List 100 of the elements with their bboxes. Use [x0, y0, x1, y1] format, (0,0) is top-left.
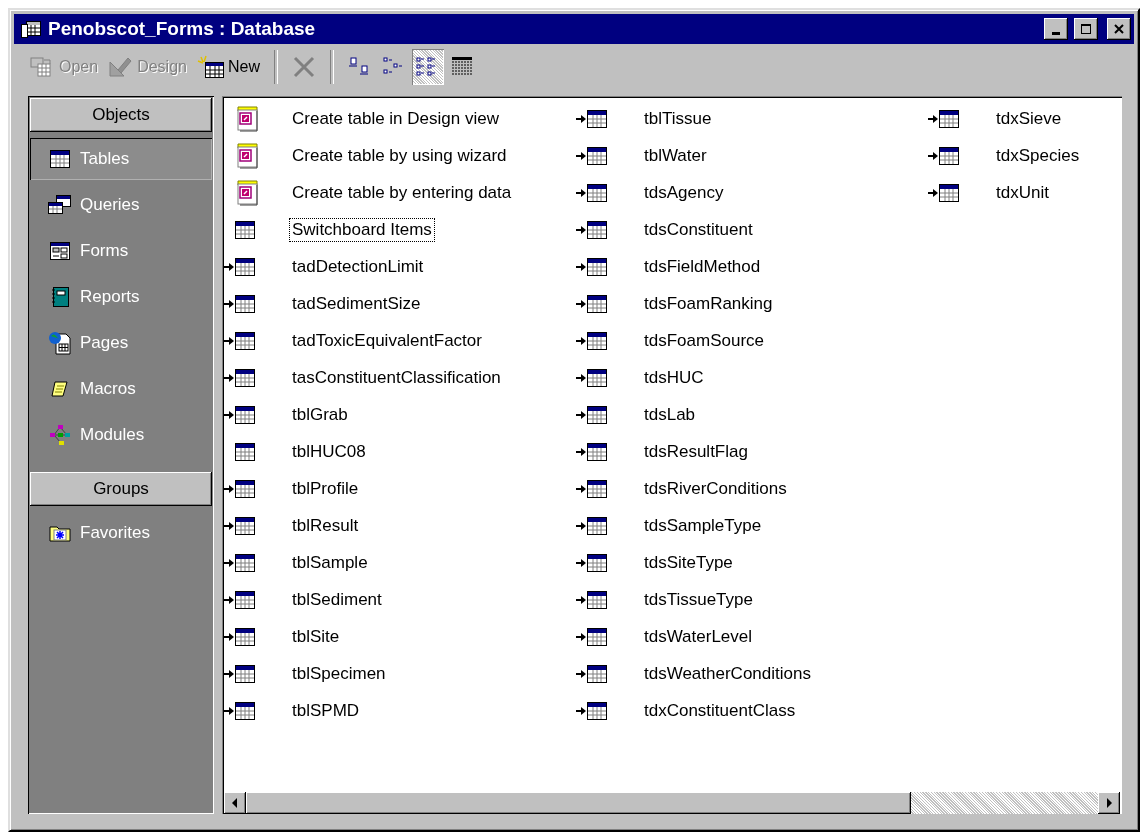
- table-icon: [587, 664, 607, 683]
- database-icon: [20, 19, 42, 39]
- wizard-icon: [235, 142, 259, 169]
- list-item-label[interactable]: tadDetectionLimit: [289, 254, 427, 279]
- table-icon: [235, 516, 255, 535]
- list-item-label[interactable]: tdsConstituent: [641, 217, 756, 242]
- list-item-label[interactable]: tblProfile: [289, 476, 362, 501]
- right-arrow-icon: [1105, 798, 1113, 808]
- object-type-item[interactable]: Modules: [30, 414, 212, 456]
- list-item-label[interactable]: tdsLab: [641, 402, 699, 427]
- table-icon: [587, 183, 607, 202]
- table-icon: [587, 516, 607, 535]
- list-item-label[interactable]: tdsSampleType: [641, 513, 765, 538]
- table-icon: [587, 294, 607, 313]
- list-item-label[interactable]: Switchboard Items: [289, 217, 435, 242]
- table-icon: [235, 664, 255, 683]
- table-icon: [587, 257, 607, 276]
- objects-header-button[interactable]: Objects: [30, 98, 212, 132]
- table-icon: [587, 627, 607, 646]
- list-item-label[interactable]: tadToxicEquivalentFactor: [289, 328, 485, 353]
- table-icon: [235, 479, 255, 498]
- report-icon: [51, 287, 69, 307]
- list-item-label[interactable]: Create table by entering data: [289, 180, 515, 205]
- list-view-button[interactable]: [411, 49, 444, 85]
- minimize-icon: [1052, 31, 1060, 35]
- list-item-label[interactable]: tdxSpecies: [993, 143, 1083, 168]
- form-icon: [50, 242, 70, 260]
- list-item-label[interactable]: tblSPMD: [289, 698, 363, 723]
- table-icon: [587, 331, 607, 350]
- wizard-icon: [235, 179, 259, 206]
- group-item[interactable]: Favorites: [30, 512, 212, 554]
- scroll-thumb[interactable]: [246, 792, 911, 814]
- table-icon: [587, 553, 607, 572]
- table-icon: [587, 590, 607, 609]
- close-button[interactable]: [1107, 18, 1131, 40]
- table-icon: [587, 368, 607, 387]
- list-item-label[interactable]: tblSediment: [289, 587, 385, 612]
- table-icon: [235, 701, 255, 720]
- table-icon: [939, 146, 959, 165]
- table-icon: [587, 220, 607, 239]
- groups-header-button[interactable]: Groups: [30, 472, 212, 506]
- list-item-label[interactable]: Create table in Design view: [289, 106, 502, 131]
- table-icon: [587, 405, 607, 424]
- list-item-label[interactable]: tdxUnit: [993, 180, 1052, 205]
- object-type-item[interactable]: Pages: [30, 322, 212, 364]
- horizontal-scrollbar[interactable]: [224, 792, 1120, 814]
- table-icon: [587, 479, 607, 498]
- scroll-right-button[interactable]: [1098, 792, 1120, 814]
- object-type-item[interactable]: Forms: [30, 230, 212, 272]
- wizard-icon: [235, 105, 259, 132]
- list-item-label[interactable]: tdsHUC: [641, 365, 707, 390]
- table-icon: [235, 590, 255, 609]
- list-item-label[interactable]: tdsFoamRanking: [641, 291, 776, 316]
- list-item-label[interactable]: tdxConstituentClass: [641, 698, 799, 723]
- maximize-icon: [1080, 23, 1092, 35]
- list-item-label[interactable]: tblWater: [641, 143, 710, 168]
- table-icon: [587, 109, 607, 128]
- page-icon: [48, 331, 72, 355]
- list-item-label[interactable]: tdsRiverConditions: [641, 476, 790, 501]
- list-item-label[interactable]: tdsAgency: [641, 180, 727, 205]
- table-icon: [939, 183, 959, 202]
- object-type-item[interactable]: Queries: [30, 184, 212, 226]
- list-item-label[interactable]: tblResult: [289, 513, 362, 538]
- list-item-label[interactable]: tblTissue: [641, 106, 715, 131]
- list-item-label[interactable]: tdsWaterLevel: [641, 624, 756, 649]
- scroll-icon: [51, 380, 69, 398]
- table-icon: [587, 701, 607, 720]
- list-item-label[interactable]: Create table by using wizard: [289, 143, 510, 168]
- object-type-item[interactable]: Macros: [30, 368, 212, 410]
- list-item-label[interactable]: tdsFieldMethod: [641, 254, 764, 279]
- close-icon: [1113, 23, 1125, 35]
- scroll-left-button[interactable]: [224, 792, 246, 814]
- table-icon: [235, 220, 255, 239]
- minimize-button[interactable]: [1044, 18, 1068, 40]
- list-item-label[interactable]: tdsSiteType: [641, 550, 736, 575]
- table-icon: [587, 146, 607, 165]
- list-item-label[interactable]: tdsResultFlag: [641, 439, 751, 464]
- new-table-icon: [196, 55, 225, 79]
- list-item-label[interactable]: tblHUC08: [289, 439, 369, 464]
- list-item-label[interactable]: tblSpecimen: [289, 661, 389, 686]
- list-item-label[interactable]: tblSite: [289, 624, 343, 649]
- delete-icon: [291, 55, 316, 79]
- list-item-label[interactable]: tdxSieve: [993, 106, 1065, 131]
- list-item-label[interactable]: tadSedimentSize: [289, 291, 424, 316]
- table-icon: [235, 442, 255, 461]
- table-icon: [235, 331, 255, 350]
- list-item-label[interactable]: tdsFoamSource: [641, 328, 767, 353]
- list-item-label[interactable]: tasConstituentClassification: [289, 365, 504, 390]
- queries-icon: [48, 195, 72, 215]
- table-icon: [939, 109, 959, 128]
- list-item-label[interactable]: tblSample: [289, 550, 371, 575]
- new-button[interactable]: New: [192, 49, 264, 85]
- list-item-label[interactable]: tblGrab: [289, 402, 351, 427]
- list-item-label[interactable]: tdsWeatherConditions: [641, 661, 814, 686]
- table-icon: [235, 553, 255, 572]
- maximize-button[interactable]: [1074, 18, 1098, 40]
- table-icon: [235, 257, 255, 276]
- list-item-label[interactable]: tdsTissueType: [641, 587, 756, 612]
- object-type-item[interactable]: Reports: [30, 276, 212, 318]
- left-arrow-icon: [231, 798, 239, 808]
